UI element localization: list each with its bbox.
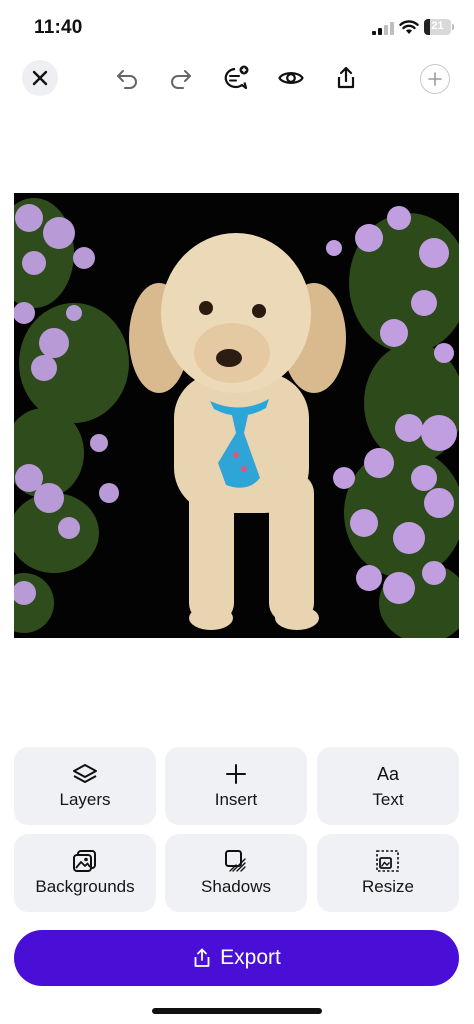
wifi-icon	[399, 20, 419, 34]
resize-button[interactable]: Resize	[317, 834, 459, 912]
preview-button[interactable]	[273, 60, 309, 96]
resize-label: Resize	[362, 877, 414, 896]
insert-label: Insert	[214, 790, 258, 809]
text-icon: Aa	[376, 764, 400, 784]
add-page-icon	[428, 72, 442, 86]
status-time: 11:40	[34, 17, 83, 38]
undo-icon	[117, 70, 137, 89]
comment-button[interactable]	[218, 60, 254, 96]
resize-icon	[374, 849, 402, 873]
add-page-button[interactable]	[420, 64, 450, 94]
layers-label: Layers	[59, 790, 111, 809]
insert-button[interactable]: Insert	[165, 747, 307, 825]
undo-button[interactable]	[109, 60, 145, 96]
export-label: Export	[220, 946, 281, 969]
home-indicator[interactable]	[152, 1008, 322, 1014]
export-button[interactable]: Export	[14, 930, 459, 986]
battery-nub	[452, 24, 454, 30]
close-icon	[32, 70, 48, 86]
share-button[interactable]	[328, 60, 364, 96]
preview-eye-icon	[278, 72, 304, 84]
export-upload-icon	[194, 948, 210, 967]
battery-percent: 21	[431, 20, 444, 32]
text-label: Text	[372, 790, 404, 809]
backgrounds-label: Backgrounds	[35, 877, 135, 896]
share-icon	[337, 66, 355, 89]
dog-photo	[14, 193, 459, 638]
battery-icon: 21	[424, 19, 451, 35]
redo-icon	[171, 70, 191, 89]
backgrounds-button[interactable]: Backgrounds	[14, 834, 156, 912]
status-bar: 11:40 21	[0, 0, 474, 56]
cellular-signal-icon	[372, 22, 394, 35]
layers-button[interactable]: Layers	[14, 747, 156, 825]
redo-button[interactable]	[163, 60, 199, 96]
backgrounds-icon	[71, 849, 99, 873]
close-button[interactable]	[22, 60, 58, 96]
shadows-button[interactable]: Shadows	[165, 834, 307, 912]
comment-add-icon	[224, 65, 249, 90]
text-button[interactable]: Aa Text	[317, 747, 459, 825]
shadows-label: Shadows	[201, 877, 271, 896]
canvas-image[interactable]	[14, 193, 459, 638]
editor-toolbar	[0, 60, 474, 102]
shadows-icon	[222, 849, 250, 873]
plus-icon	[222, 762, 250, 786]
layers-icon	[71, 762, 99, 786]
